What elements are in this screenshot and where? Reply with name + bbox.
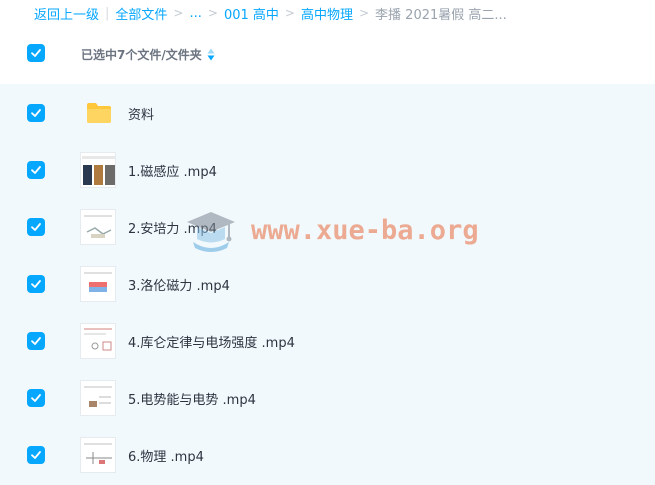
row-checkbox[interactable] [27,218,45,236]
breadcrumb-ellipsis[interactable]: ... [189,6,201,21]
checkmark-icon [31,166,41,174]
file-name[interactable]: 2.安培力 .mp4 [128,218,217,237]
breadcrumb-level2[interactable]: 高中物理 [301,4,353,23]
breadcrumb: 返回上一级 | 全部文件 > ... > 001 高中 > 高中物理 > 李播 … [34,3,507,23]
video-thumbnail[interactable] [80,152,116,188]
row-checkbox[interactable] [27,104,45,122]
checkmark-icon [31,109,41,117]
selection-summary: 已选中7个文件/文件夹 [81,46,215,63]
chevron-right-icon: > [358,6,370,20]
video-thumbnail[interactable] [80,437,116,473]
selection-label: 已选中7个文件/文件夹 [81,48,202,62]
file-name[interactable]: 4.库仑定律与电场强度 .mp4 [128,332,295,351]
folder-icon [86,102,112,124]
row-checkbox[interactable] [27,275,45,293]
checkmark-icon [31,280,41,288]
breadcrumb-divider: | [105,5,110,21]
file-row[interactable]: 6.物理 .mp4 [0,427,655,484]
file-row[interactable]: 5.电势能与电势 .mp4 [0,370,655,427]
file-row[interactable]: 资料 [0,85,655,142]
chevron-right-icon: > [173,6,184,20]
breadcrumb-all-files[interactable]: 全部文件 [115,4,167,23]
breadcrumb-current: 李播 2021暑假 高二... [375,7,507,23]
checkmark-icon [31,451,41,459]
breadcrumb-level1[interactable]: 001 高中 [224,4,279,23]
checkmark-icon [31,337,41,345]
chevron-right-icon: > [284,6,295,20]
row-checkbox[interactable] [27,389,45,407]
file-name[interactable]: 1.磁感应 .mp4 [128,161,217,180]
file-name[interactable]: 资料 [128,104,154,123]
video-thumbnail[interactable] [80,266,116,302]
video-thumbnail[interactable] [80,323,116,359]
checkmark-icon [31,223,41,231]
row-checkbox[interactable] [27,446,45,464]
file-name[interactable]: 3.洛伦磁力 .mp4 [128,275,230,294]
checkmark-icon [31,394,41,402]
file-list: 资料 1.磁感应 .mp4 2.安培力 .mp4 3.洛伦磁力 .mp4 4.库仑定律与… [0,84,655,485]
video-thumbnail[interactable] [80,209,116,245]
file-row[interactable]: 2.安培力 .mp4 [0,199,655,256]
video-thumbnail[interactable] [80,380,116,416]
row-checkbox[interactable] [27,332,45,350]
chevron-right-icon: > [207,6,218,20]
file-row[interactable]: 4.库仑定律与电场强度 .mp4 [0,313,655,370]
file-row[interactable]: 1.磁感应 .mp4 [0,142,655,199]
file-row[interactable]: 3.洛伦磁力 .mp4 [0,256,655,313]
back-link[interactable]: 返回上一级 [34,4,99,23]
checkmark-icon [31,49,41,57]
file-name[interactable]: 5.电势能与电势 .mp4 [128,389,256,408]
file-name[interactable]: 6.物理 .mp4 [128,446,204,465]
list-header: 已选中7个文件/文件夹 [0,34,655,76]
row-checkbox[interactable] [27,161,45,179]
sort-icon[interactable] [207,48,215,61]
select-all-checkbox[interactable] [27,44,45,62]
